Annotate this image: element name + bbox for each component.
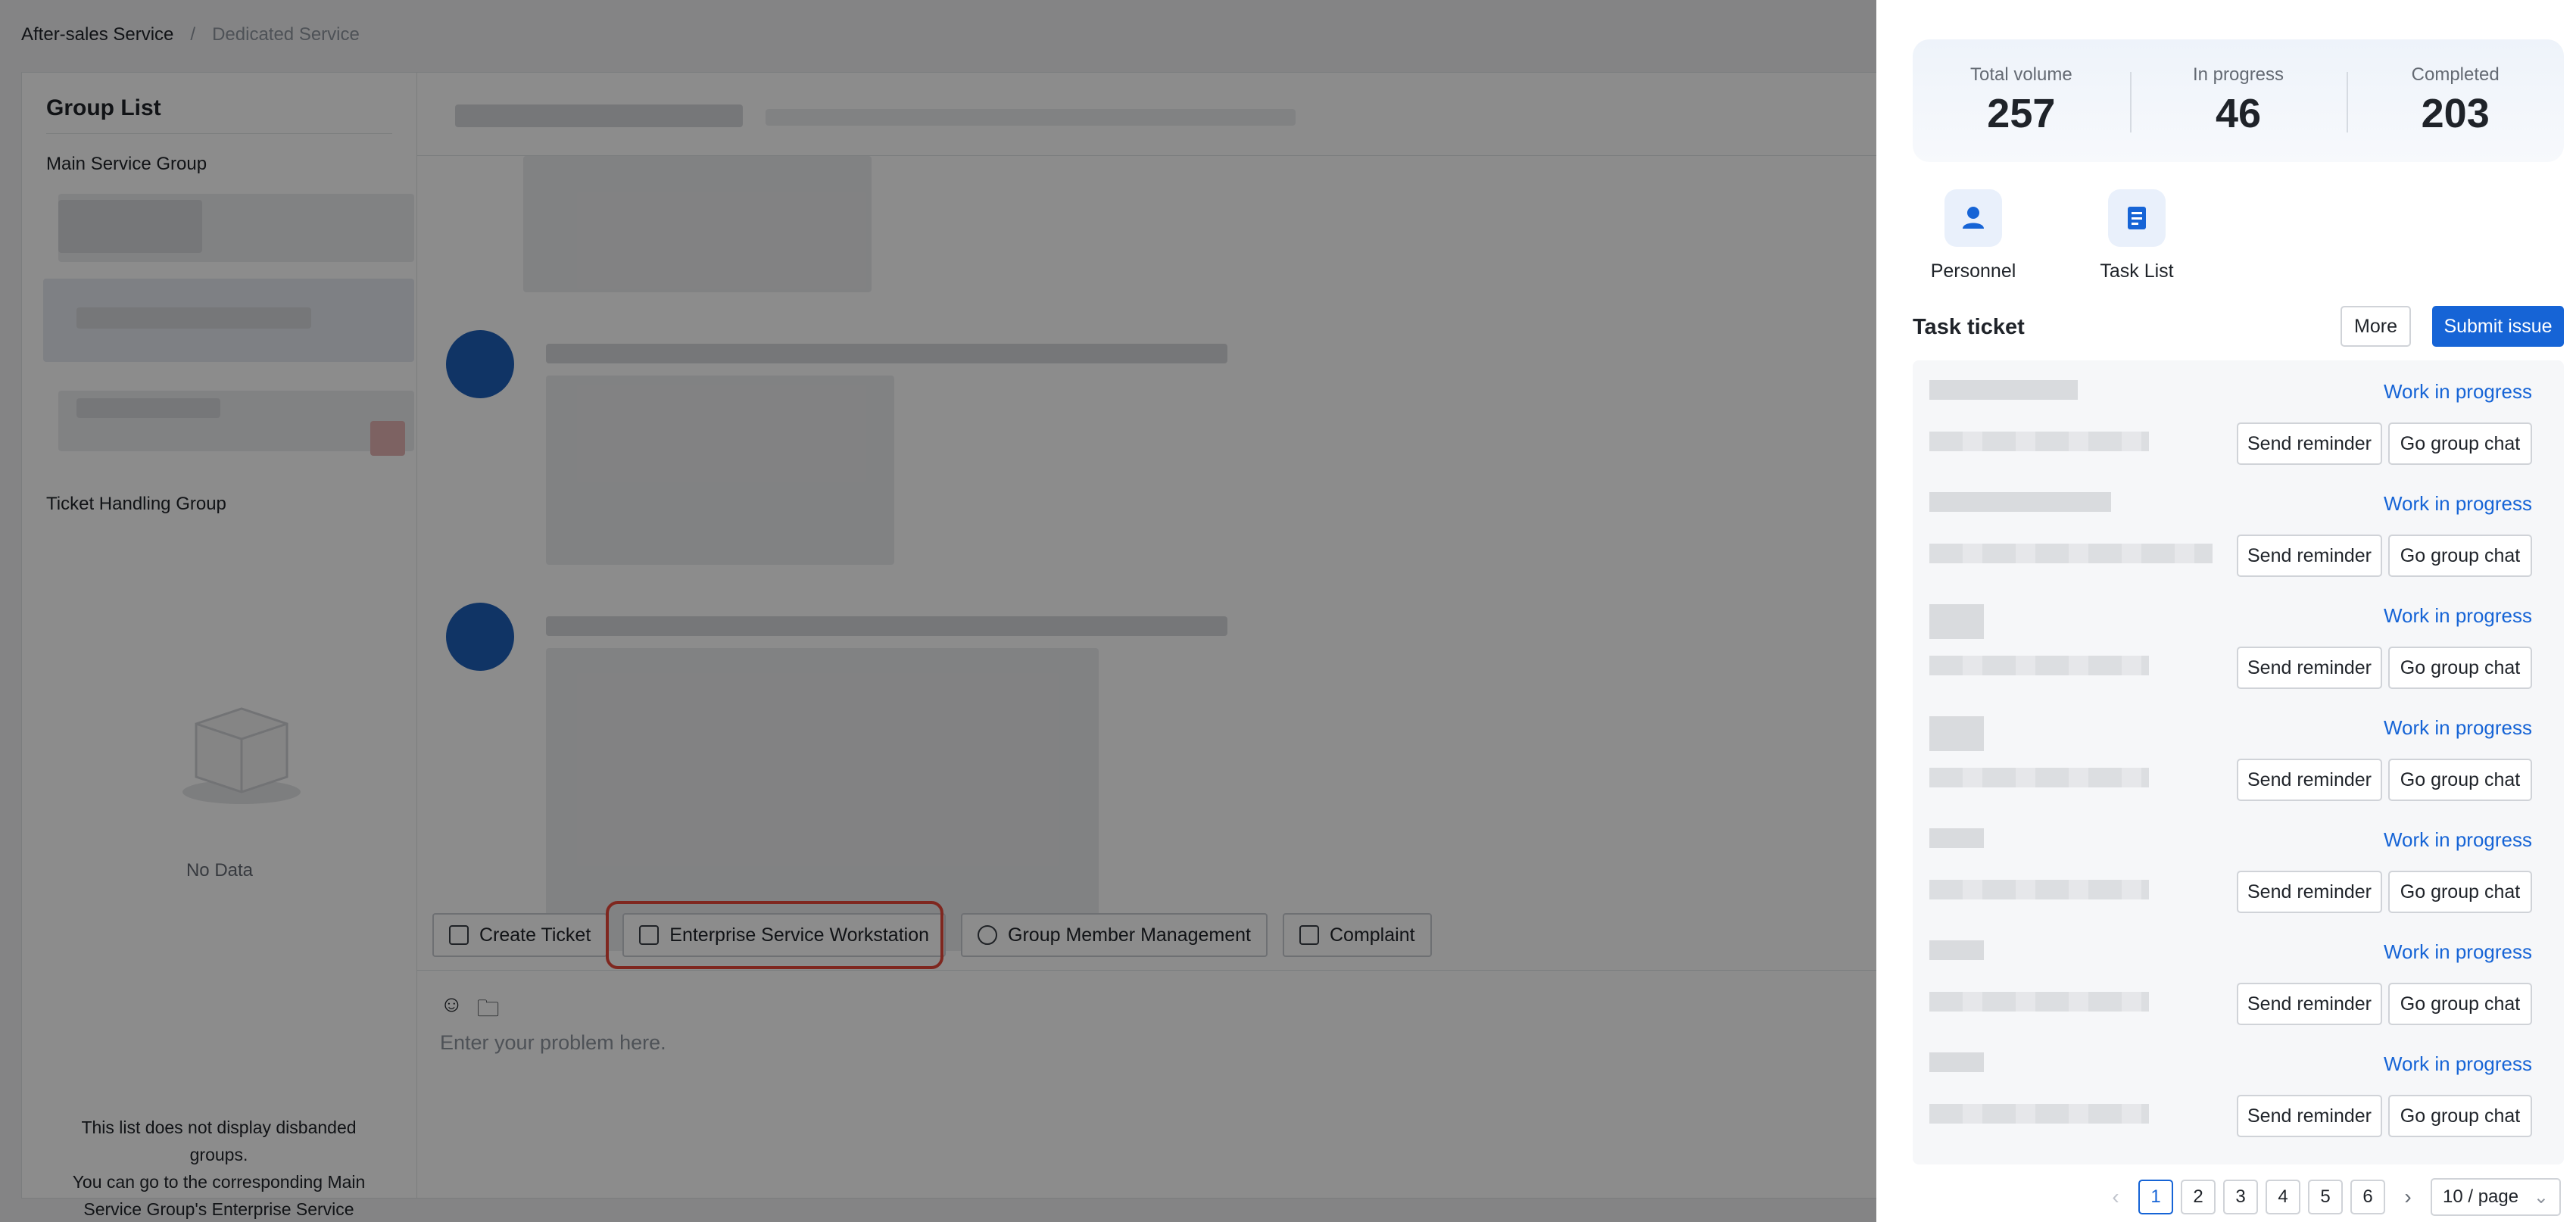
send-reminder-button[interactable]: Send reminder <box>2237 871 2382 913</box>
page-size-select[interactable]: 10 / page ⌄ <box>2431 1178 2561 1216</box>
blurred-ticket-title <box>1929 492 2111 512</box>
go-group-chat-button[interactable]: Go group chat <box>2388 871 2532 913</box>
ticket-row: Work in progress Send reminder Go group … <box>1913 1033 2564 1145</box>
blurred-ticket-title <box>1929 1052 1984 1072</box>
shortcut-personnel[interactable]: Personnel <box>1913 189 2034 282</box>
ticket-row: Work in progress Send reminder Go group … <box>1913 921 2564 1033</box>
stat-completed-value: 203 <box>2421 91 2490 136</box>
ticket-row: Work in progress Send reminder Go group … <box>1913 360 2564 472</box>
send-reminder-button[interactable]: Send reminder <box>2237 422 2382 465</box>
send-reminder-button[interactable]: Send reminder <box>2237 535 2382 577</box>
shortcut-task-list-label: Task List <box>2100 260 2174 282</box>
chevron-down-icon: ⌄ <box>2533 1186 2549 1208</box>
page-1[interactable]: 1 <box>2138 1180 2173 1214</box>
service-drawer: Total volume 257 In progress 46 Complete… <box>1876 0 2576 1222</box>
pagination: ‹ 1 2 3 4 5 6 › 10 / page ⌄ <box>2100 1178 2561 1216</box>
ticket-row: Work in progress Send reminder Go group … <box>1913 809 2564 921</box>
page-3[interactable]: 3 <box>2223 1180 2258 1214</box>
next-page-icon[interactable]: › <box>2393 1185 2423 1209</box>
ticket-list: Work in progress Send reminder Go group … <box>1913 360 2564 1164</box>
ticket-row: Work in progress Send reminder Go group … <box>1913 697 2564 809</box>
blurred-ticket-meta <box>1929 656 2149 675</box>
blurred-ticket-meta <box>1929 768 2149 787</box>
blurred-ticket-title <box>1929 380 2078 400</box>
send-reminder-button[interactable]: Send reminder <box>2237 983 2382 1025</box>
blurred-ticket-title <box>1929 604 1984 639</box>
blurred-ticket-meta <box>1929 880 2149 899</box>
ticket-status[interactable]: Work in progress <box>2384 604 2532 628</box>
shortcut-task-list[interactable]: Task List <box>2076 189 2197 282</box>
blurred-ticket-meta <box>1929 992 2149 1012</box>
send-reminder-button[interactable]: Send reminder <box>2237 759 2382 801</box>
prev-page-icon[interactable]: ‹ <box>2100 1185 2131 1209</box>
blurred-ticket-meta <box>1929 544 2213 563</box>
send-reminder-button[interactable]: Send reminder <box>2237 647 2382 689</box>
personnel-icon <box>1944 189 2002 247</box>
go-group-chat-button[interactable]: Go group chat <box>2388 1095 2532 1137</box>
stat-total: Total volume 257 <box>1913 64 2130 137</box>
ticket-status[interactable]: Work in progress <box>2384 380 2532 404</box>
stat-in-progress: In progress 46 <box>2129 64 2347 137</box>
page-2[interactable]: 2 <box>2181 1180 2216 1214</box>
stat-completed-label: Completed <box>2411 64 2500 85</box>
shortcut-personnel-label: Personnel <box>1930 260 2016 282</box>
task-ticket-header: Task ticket More Submit issue <box>1913 306 2564 347</box>
blurred-ticket-meta <box>1929 432 2149 451</box>
ticket-row: Work in progress Send reminder Go group … <box>1913 472 2564 585</box>
blurred-ticket-title <box>1929 828 1984 848</box>
stats-card: Total volume 257 In progress 46 Complete… <box>1913 39 2564 162</box>
ticket-status[interactable]: Work in progress <box>2384 940 2532 964</box>
ticket-status[interactable]: Work in progress <box>2384 716 2532 740</box>
page-5[interactable]: 5 <box>2308 1180 2343 1214</box>
stat-in-progress-value: 46 <box>2215 91 2262 136</box>
stat-total-label: Total volume <box>1969 64 2072 85</box>
stat-total-value: 257 <box>1987 91 2056 136</box>
blurred-ticket-title <box>1929 940 1984 960</box>
ticket-row: Work in progress Send reminder Go group … <box>1913 585 2564 697</box>
more-button[interactable]: More <box>2341 306 2411 347</box>
task-list-icon <box>2108 189 2166 247</box>
ticket-status[interactable]: Work in progress <box>2384 492 2532 516</box>
ticket-status[interactable]: Work in progress <box>2384 1052 2532 1076</box>
submit-issue-button[interactable]: Submit issue <box>2432 306 2564 347</box>
blurred-ticket-meta <box>1929 1104 2149 1124</box>
go-group-chat-button[interactable]: Go group chat <box>2388 759 2532 801</box>
go-group-chat-button[interactable]: Go group chat <box>2388 535 2532 577</box>
page-4[interactable]: 4 <box>2266 1180 2300 1214</box>
go-group-chat-button[interactable]: Go group chat <box>2388 422 2532 465</box>
go-group-chat-button[interactable]: Go group chat <box>2388 647 2532 689</box>
stat-completed: Completed 203 <box>2347 64 2564 137</box>
shortcuts: Personnel Task List <box>1913 189 2197 282</box>
page-size-value: 10 / page <box>2443 1186 2519 1207</box>
blurred-ticket-title <box>1929 716 1984 751</box>
page-6[interactable]: 6 <box>2350 1180 2385 1214</box>
task-ticket-title: Task ticket <box>1913 315 2025 339</box>
send-reminder-button[interactable]: Send reminder <box>2237 1095 2382 1137</box>
ticket-status[interactable]: Work in progress <box>2384 828 2532 852</box>
stat-in-progress-label: In progress <box>2192 64 2284 85</box>
go-group-chat-button[interactable]: Go group chat <box>2388 983 2532 1025</box>
